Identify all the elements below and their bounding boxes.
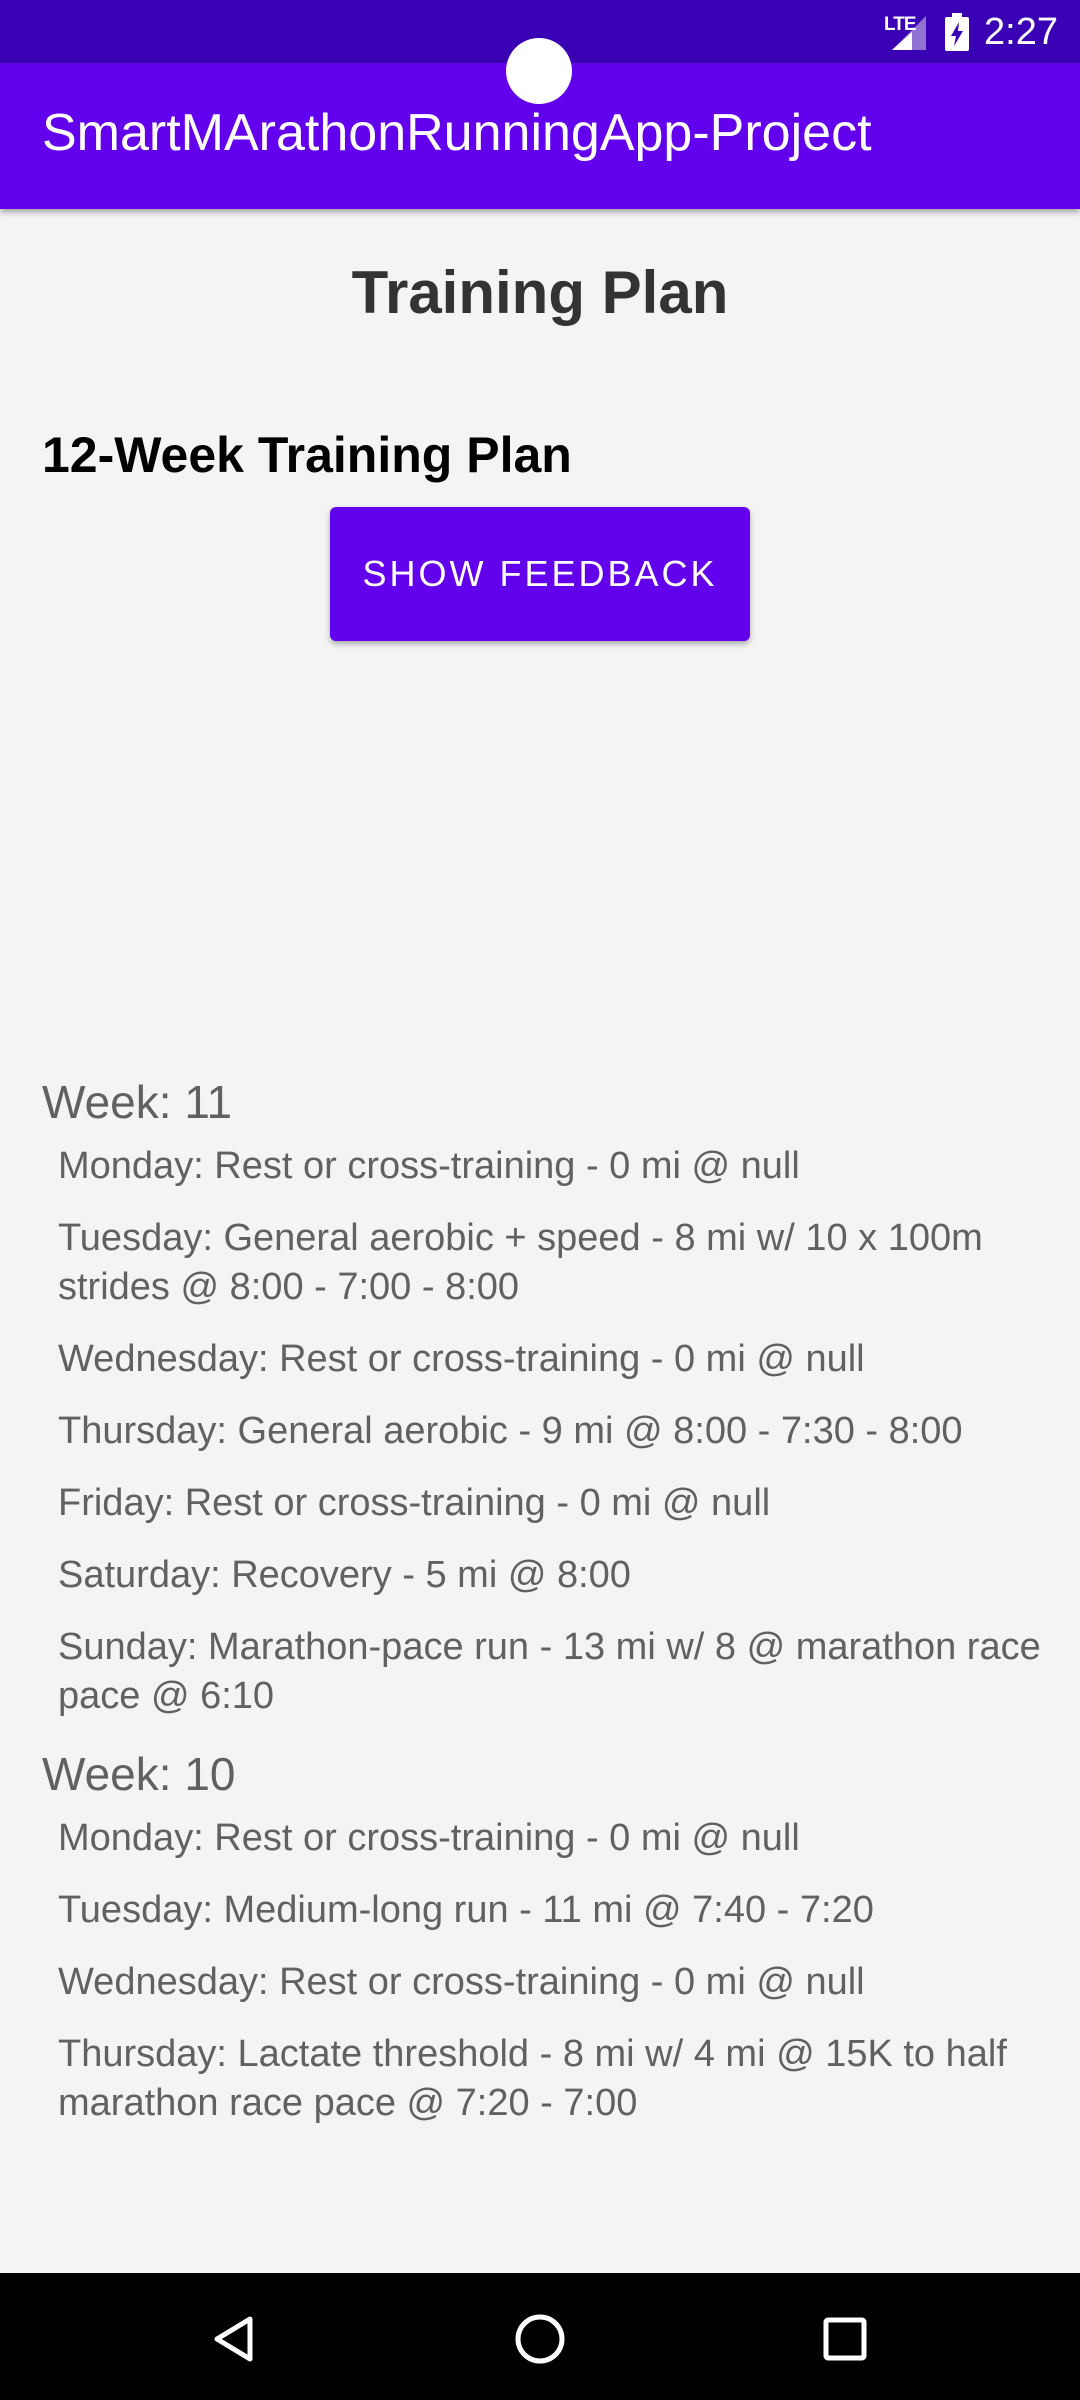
navigation-bar (0, 2273, 1080, 2400)
home-icon[interactable] (512, 2311, 568, 2367)
day-item: Thursday: General aerobic - 9 mi @ 8:00 … (58, 1410, 963, 1452)
day-item: Friday: Rest or cross-training - 0 mi @ … (58, 1482, 771, 1524)
day-item: Saturday: Recovery - 5 mi @ 8:00 (58, 1554, 631, 1596)
lte-signal-icon: LTE (884, 12, 934, 52)
network-type-label: LTE (884, 14, 917, 35)
page-title: Training Plan (351, 259, 729, 326)
day-item: Thursday: Lactate threshold - 8 mi w/ 4 … (58, 2033, 1007, 2124)
plan-heading: 12-Week Training Plan (42, 427, 572, 483)
day-item: Wednesday: Rest or cross-training - 0 mi… (58, 1961, 865, 2003)
day-item: Tuesday: General aerobic + speed - 8 mi … (58, 1217, 983, 1308)
week-title: Week: 10 (42, 1748, 236, 1800)
week-title: Week: 11 (42, 1076, 233, 1128)
recents-icon[interactable] (817, 2311, 873, 2367)
camera-cutout (506, 38, 572, 104)
week-section: Week: 11 Monday: Rest or cross-training -… (42, 1072, 1052, 1721)
day-item: Tuesday: Medium-long run - 11 mi @ 7:40 … (58, 1889, 874, 1931)
back-icon[interactable] (207, 2311, 263, 2367)
day-item: Sunday: Marathon-pace run - 13 mi w/ 8 @… (58, 1626, 1041, 1717)
app-title: SmartMArathonRunningApp-Project (42, 104, 872, 162)
battery-charging-icon (944, 12, 970, 52)
status-clock: 2:27 (984, 10, 1058, 53)
training-plan-list[interactable]: Week: 11 Monday: Rest or cross-training -… (42, 1072, 1052, 2151)
day-item: Monday: Rest or cross-training - 0 mi @ … (58, 1145, 800, 1187)
status-icons: LTE 2:27 (884, 8, 1058, 56)
day-item: Monday: Rest or cross-training - 0 mi @ … (58, 1817, 800, 1859)
show-feedback-button[interactable]: SHOW FEEDBACK (330, 507, 750, 641)
day-item: Wednesday: Rest or cross-training - 0 mi… (58, 1338, 865, 1380)
week-section: Week: 10 Monday: Rest or cross-training -… (42, 1744, 1052, 2128)
